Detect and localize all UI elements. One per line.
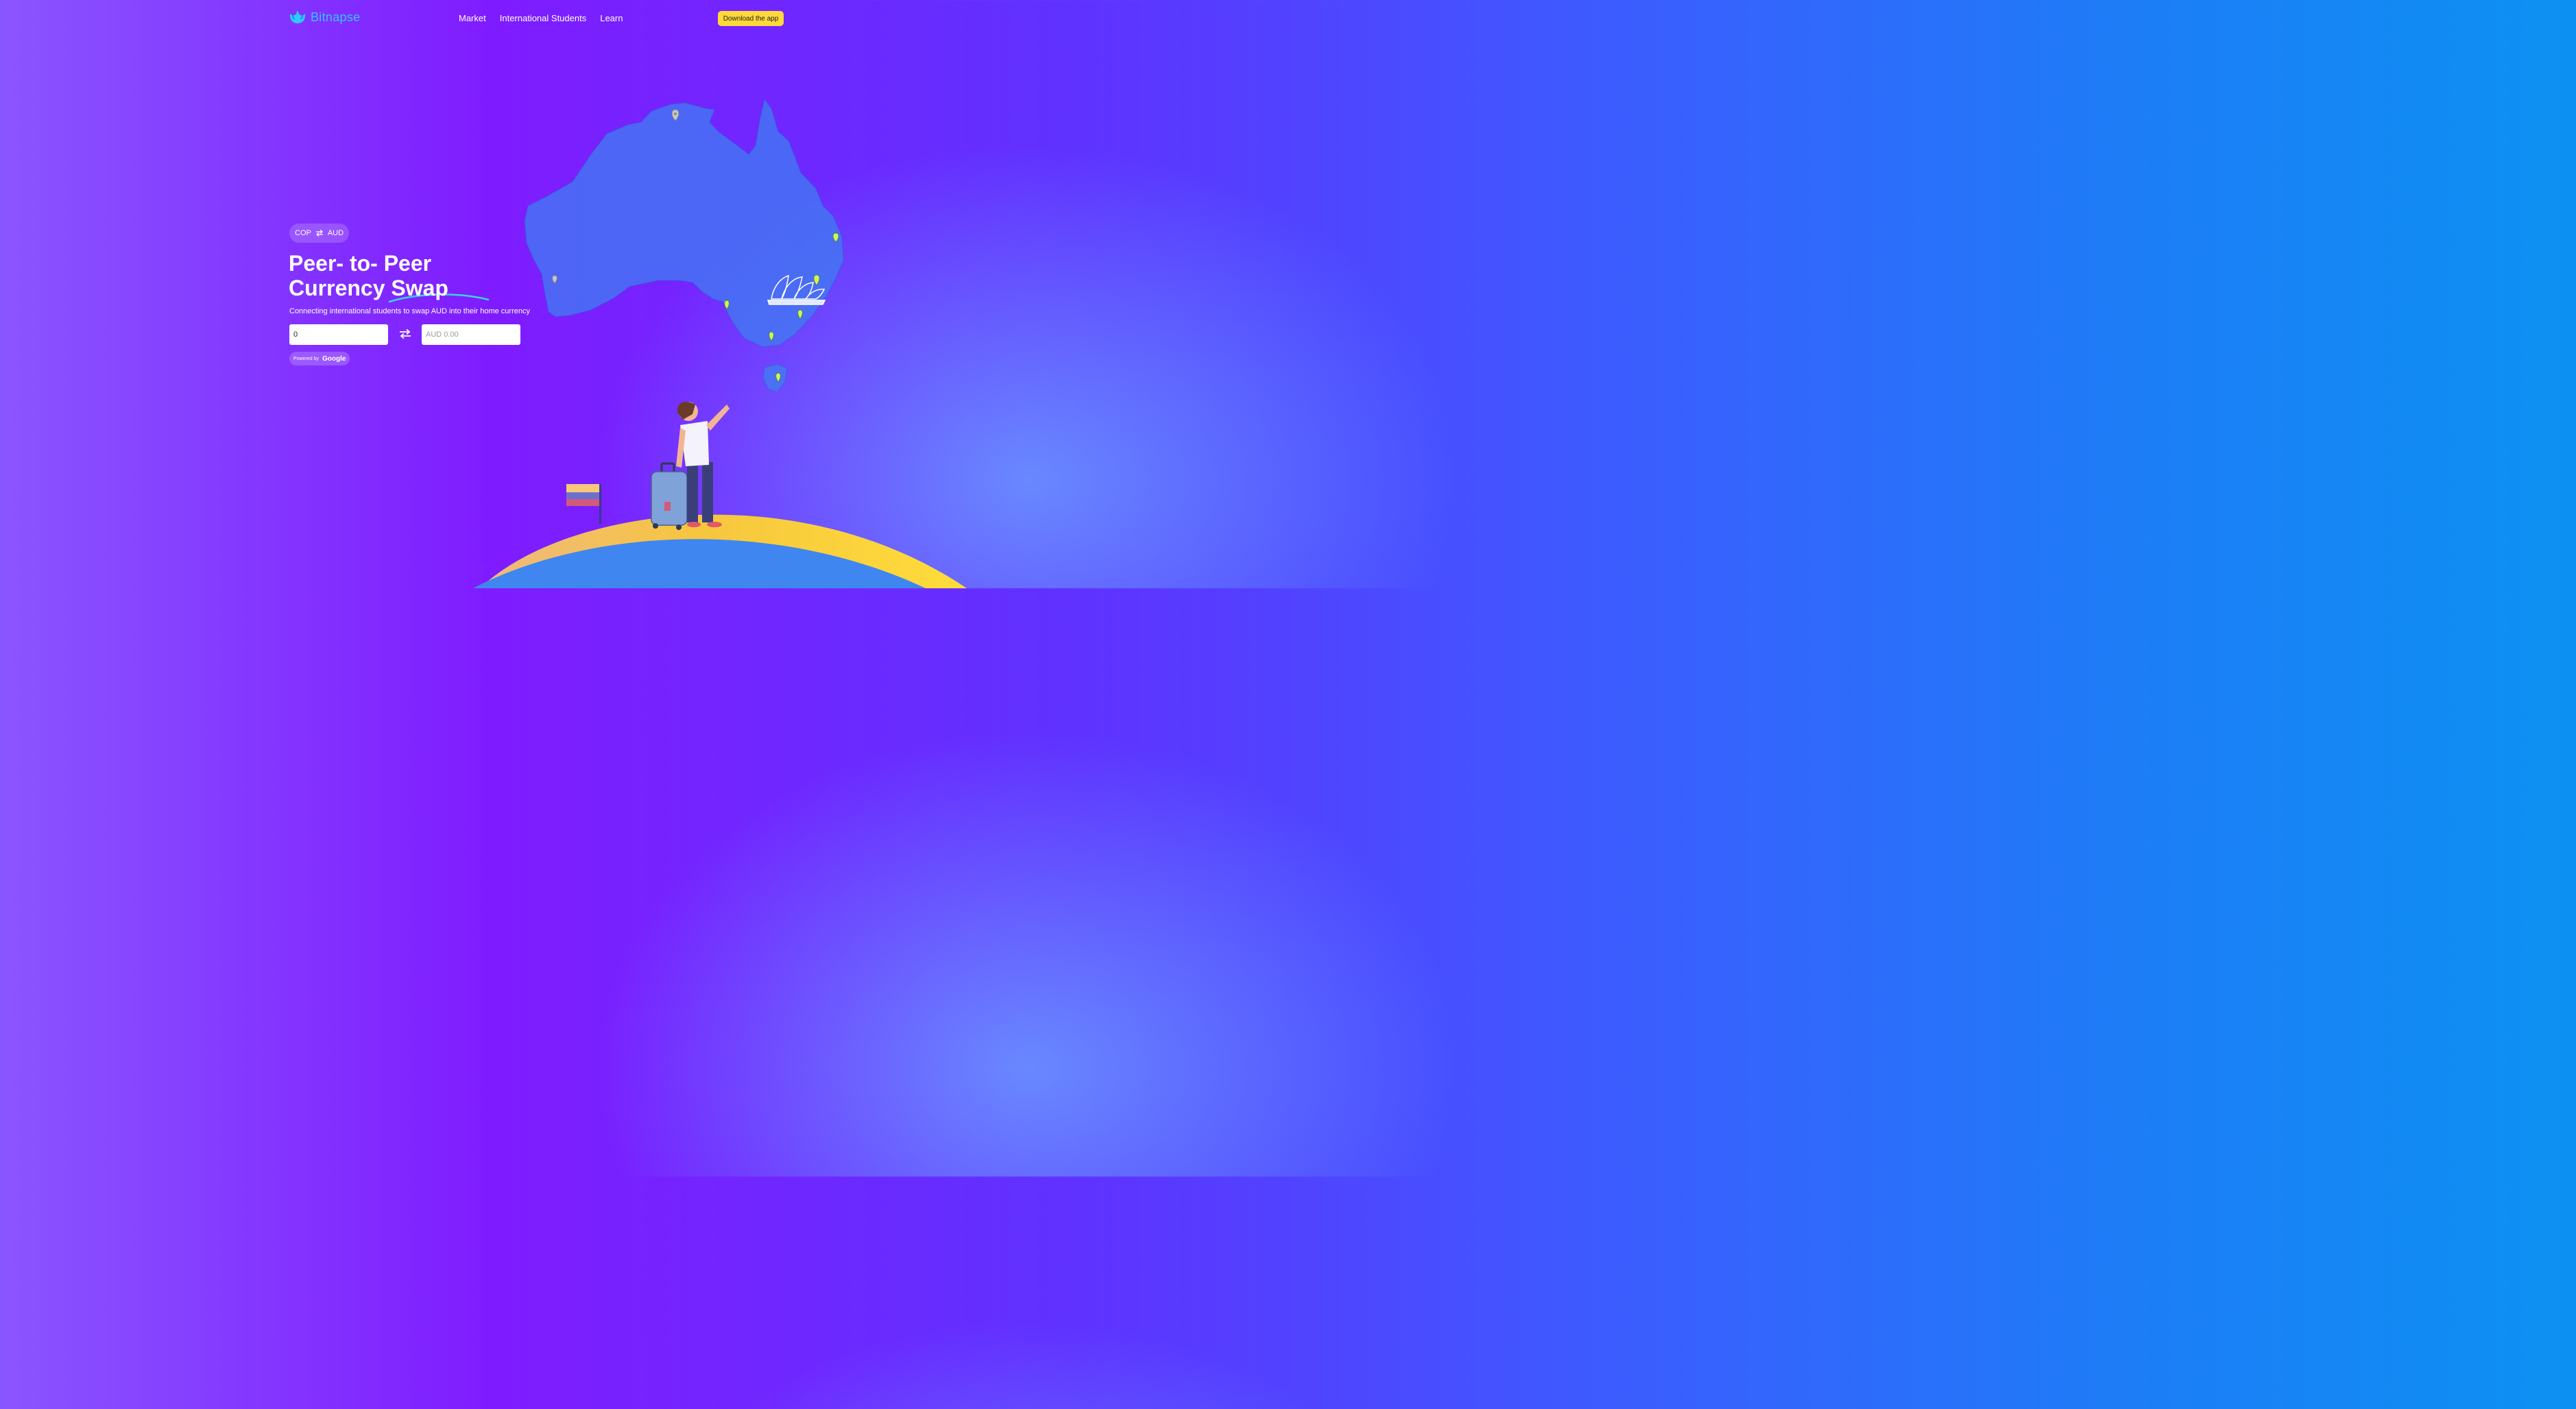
top-navigation: Bitnapse Market International Students L… xyxy=(0,0,1075,36)
nav-item-learn[interactable]: Learn xyxy=(600,13,623,23)
swap-arrows-icon[interactable] xyxy=(399,328,411,339)
pair-to: AUD xyxy=(327,229,344,237)
powered-by-label: Powered by xyxy=(293,356,319,361)
australia-map xyxy=(524,98,844,348)
nav-item-international-students[interactable]: International Students xyxy=(500,13,586,23)
brand-logo[interactable]: Bitnapse xyxy=(289,10,360,25)
currency-pair-selector[interactable]: COP AUD xyxy=(289,224,350,243)
brand-name: Bitnapse xyxy=(311,10,361,24)
colombia-flag xyxy=(566,484,601,524)
download-app-button[interactable]: Download the app xyxy=(718,11,784,26)
tasmania-map xyxy=(762,363,788,393)
google-wordmark: Google xyxy=(322,354,346,363)
page-title: Peer- to- Peer Currency Swap xyxy=(289,251,448,300)
nav-item-market[interactable]: Market xyxy=(459,13,486,23)
to-amount-input[interactable] xyxy=(422,324,520,345)
main-nav: Market International Students Learn xyxy=(459,13,623,23)
hero-subtitle: Connecting international students to swa… xyxy=(289,307,530,315)
page-title-line-1: Peer- to- Peer xyxy=(289,251,432,276)
logo-icon xyxy=(289,10,306,23)
from-amount-input[interactable] xyxy=(289,324,388,345)
pair-from: COP xyxy=(295,229,311,237)
hero-illustration xyxy=(388,98,967,588)
page-title-line-2: Currency Swap xyxy=(289,276,448,300)
powered-by-google-badge: Powered by Google xyxy=(289,352,350,365)
swap-arrows-icon xyxy=(315,230,323,237)
suitcase xyxy=(651,462,688,530)
